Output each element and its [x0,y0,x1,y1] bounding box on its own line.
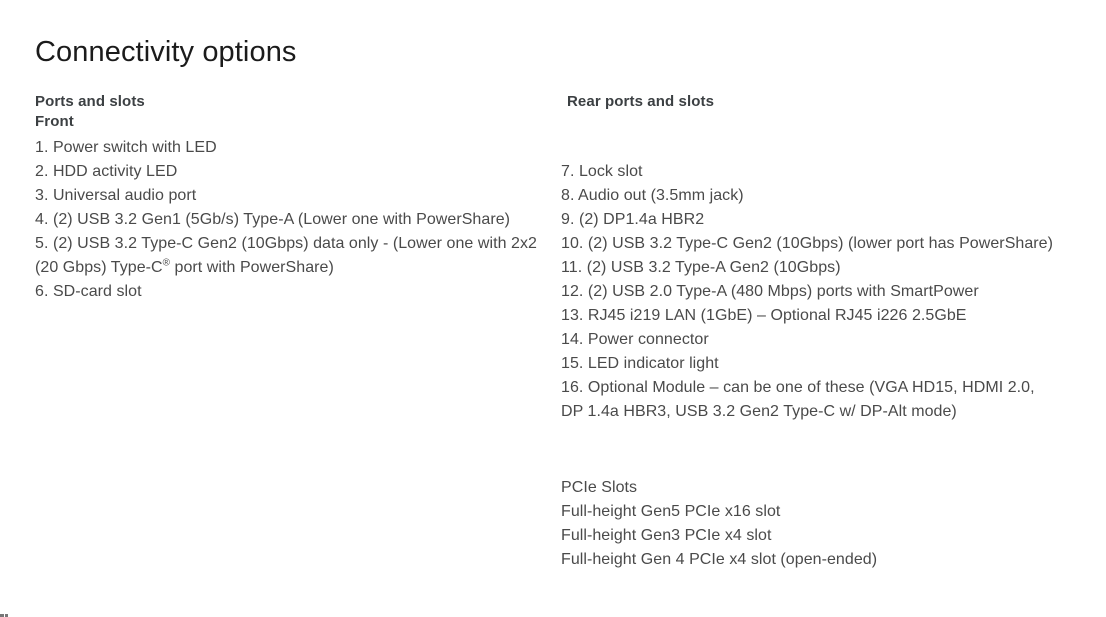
list-item: 3. Universal audio port [35,187,197,204]
list-item: 8. Audio out (3.5mm jack) [561,187,744,204]
page-title: Connectivity options [35,36,297,69]
heading-list-spacer [561,112,1061,156]
rear-ports-column: Rear ports and slots 7. Lock slot 8. Aud… [561,92,1061,572]
list-item-continuation: DP 1.4a HBR3, USB 3.2 Gen2 Type-C w/ DP-… [561,403,957,420]
list-item: 6. SD-card slot [35,283,142,300]
list-item: 15. LED indicator light [561,355,719,372]
list-item: 11. (2) USB 3.2 Type-A Gen2 (10Gbps) [561,259,841,276]
list-item: 14. Power connector [561,331,709,348]
list-item: 16. Optional Module – can be one of thes… [561,379,1035,396]
list-item: Full-height Gen5 PCIe x16 slot [561,503,781,520]
list-item-continuation-tail: port with PowerShare) [170,259,334,276]
list-item: 4. (2) USB 3.2 Gen1 (5Gb/s) Type-A (Lowe… [35,211,511,228]
front-ports-heading: Ports and slots [35,93,145,110]
list-item: 10. (2) USB 3.2 Type-C Gen2 (10Gbps) (lo… [561,235,1054,252]
list-item: 12. (2) USB 2.0 Type-A (480 Mbps) ports … [561,283,979,300]
front-ports-subheading: Front [35,113,74,130]
rear-ports-list: 7. Lock slot 8. Audio out (3.5mm jack) 9… [561,160,1061,424]
pcie-section-spacer [561,424,1061,472]
list-item: 9. (2) DP1.4a HBR2 [561,211,705,228]
registered-trademark-symbol: ® [162,257,171,269]
pcie-slots-heading: PCIe Slots [561,479,638,496]
list-item: 5. (2) USB 3.2 Type-C Gen2 (10Gbps) data… [35,235,537,252]
list-item-continuation: (20 Gbps) Type-C® port with PowerShare) [35,256,540,280]
rear-ports-heading: Rear ports and slots [567,93,715,110]
list-item-continuation-text: (20 Gbps) Type-C [35,259,163,276]
list-item: 7. Lock slot [561,163,643,180]
list-item: 1. Power switch with LED [35,139,217,156]
list-item: Full-height Gen 4 PCIe x4 slot (open-end… [561,551,878,568]
pcie-slots-section: PCIe Slots Full-height Gen5 PCIe x16 slo… [561,476,1061,572]
front-ports-column: Ports and slots Front 1. Power switch wi… [35,92,540,304]
list-item: 13. RJ45 i219 LAN (1GbE) – Optional RJ45… [561,307,967,324]
list-item: 2. HDD activity LED [35,163,178,180]
specification-page: Connectivity options Ports and slots Fro… [0,0,1106,617]
front-ports-list: 1. Power switch with LED 2. HDD activity… [35,136,540,304]
list-item: Full-height Gen3 PCIe x4 slot [561,527,772,544]
